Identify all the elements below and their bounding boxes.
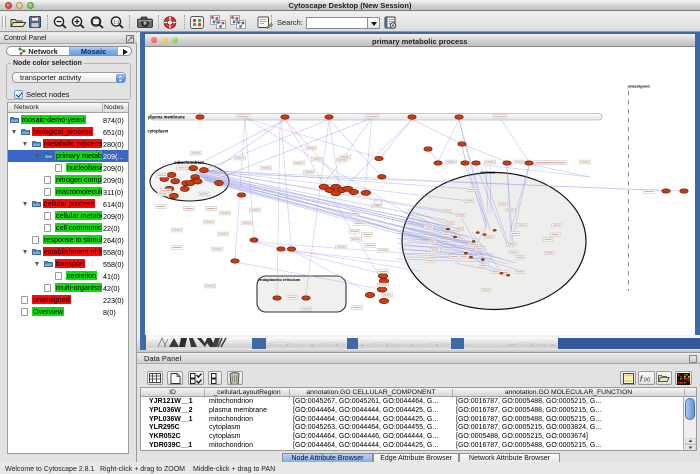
svg-text:plasma membrane: plasma membrane (148, 114, 185, 119)
svg-text:cytoplasm: cytoplasm (147, 128, 168, 133)
svg-text:f: f (640, 374, 643, 383)
svg-text:(x): (x) (644, 377, 650, 383)
svg-text:mitochondrion: mitochondrion (174, 160, 204, 165)
svg-text:unassigned: unassigned (627, 83, 650, 88)
svg-text:1:1: 1:1 (113, 19, 120, 24)
svg-text:nucleus: nucleus (480, 169, 495, 174)
svg-text:endoplasmic reticulum: endoplasmic reticulum (258, 277, 301, 282)
